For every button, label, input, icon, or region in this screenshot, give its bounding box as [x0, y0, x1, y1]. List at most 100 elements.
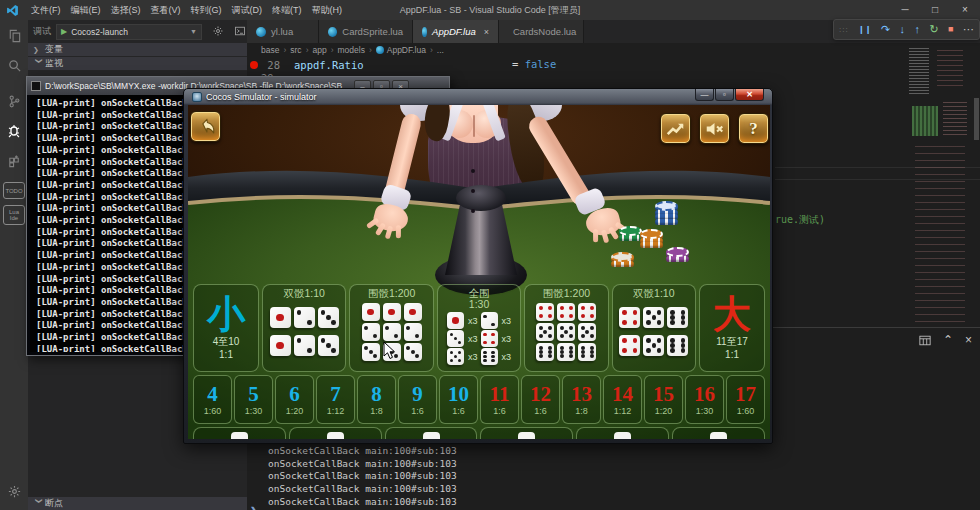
- debug-icon[interactable]: [0, 116, 28, 146]
- game-minimize-button[interactable]: —: [695, 89, 714, 101]
- bet-number-6[interactable]: 61:20: [275, 375, 314, 424]
- die-3: [447, 330, 464, 347]
- die-5: [557, 323, 575, 341]
- menu-1[interactable]: 编辑(E): [66, 5, 106, 15]
- breadcrumb-item[interactable]: ...: [437, 45, 444, 55]
- breadcrumb-item[interactable]: app: [312, 45, 326, 55]
- bet-number-13[interactable]: 131:8: [562, 375, 601, 424]
- editor-scrollbar[interactable]: [974, 98, 979, 140]
- chip-stack-4[interactable]: [666, 247, 689, 262]
- tab-AppDF.lua[interactable]: AppDF.lua×: [413, 20, 499, 43]
- bet-number-9[interactable]: 91:6: [398, 375, 437, 424]
- menu-5[interactable]: 调试(D): [227, 5, 268, 15]
- bet-number-15[interactable]: 151:20: [644, 375, 683, 424]
- trend-button[interactable]: [660, 113, 691, 144]
- game-close-button[interactable]: ✕: [735, 89, 764, 101]
- bet-combo-cell-1[interactable]: [289, 427, 382, 439]
- pause-icon[interactable]: ❙❙: [858, 20, 871, 39]
- game-titlebar[interactable]: Cocos Simulator - simulator: [184, 89, 772, 105]
- panel-close-icon[interactable]: ×: [965, 333, 972, 347]
- bet-combo-cell-0[interactable]: [193, 427, 286, 439]
- restart-icon[interactable]: ↻: [929, 20, 938, 39]
- menu-0[interactable]: 文件(F): [26, 5, 66, 15]
- bet-number-7[interactable]: 71:12: [316, 375, 355, 424]
- chip-stack-1[interactable]: [619, 226, 642, 241]
- tab-CardSprite.lua[interactable]: CardSprite.lua: [319, 20, 413, 43]
- bet-number-14[interactable]: 141:12: [603, 375, 642, 424]
- breadcrumb-item[interactable]: src: [290, 45, 301, 55]
- mute-button[interactable]: [699, 113, 730, 144]
- bet-number-12[interactable]: 121:6: [521, 375, 560, 424]
- bet-small-cell[interactable]: 小 4至10 1:1: [193, 284, 259, 372]
- bet-panel-4[interactable]: 双骰1:10: [612, 284, 696, 372]
- bet-number-10[interactable]: 101:6: [439, 375, 478, 424]
- start-debug-icon[interactable]: ▶: [61, 27, 67, 36]
- sidebar-header: 调试 ▶ Cocos2-launch ▼: [28, 20, 247, 43]
- tab-close-icon[interactable]: ×: [484, 27, 489, 37]
- chip-stack-0[interactable]: [655, 201, 678, 225]
- bet-number-5[interactable]: 51:30: [234, 375, 273, 424]
- toolbar-grip-icon[interactable]: :::: [839, 20, 849, 39]
- breadcrumb-item[interactable]: base: [261, 45, 279, 55]
- bet-number-8[interactable]: 81:8: [357, 375, 396, 424]
- help-button[interactable]: ?: [738, 113, 769, 144]
- variables-section-header[interactable]: ❯变量: [28, 43, 247, 56]
- menu-3[interactable]: 查看(V): [146, 5, 186, 15]
- tab-CardsNode.lua[interactable]: CardsNode.lua: [499, 20, 584, 43]
- screen: 文件(F)编辑(E)选择(S)查看(V)转到(G)调试(D)终端(T)帮助(H)…: [0, 0, 980, 510]
- bet-panel-2[interactable]: 全围1:30x3x3x3x3x3x3: [437, 284, 521, 372]
- die-1: [404, 303, 422, 321]
- bet-combo-cell-4[interactable]: [576, 427, 669, 439]
- panel-collapse-icon[interactable]: ⌃: [943, 333, 953, 347]
- chip-stack-2[interactable]: [640, 229, 663, 248]
- breakpoints-section-header[interactable]: ❯断点: [28, 497, 247, 510]
- launch-config-dropdown[interactable]: ▶ Cocos2-launch ▼: [56, 24, 202, 40]
- bet-big-cell[interactable]: 大 11至17 1:1: [699, 284, 765, 372]
- bet-number-17[interactable]: 171:60: [726, 375, 765, 424]
- menu-4[interactable]: 转到(G): [186, 5, 227, 15]
- extensions-icon[interactable]: [0, 146, 28, 176]
- menu-2[interactable]: 选择(S): [106, 5, 146, 15]
- watch-section-header[interactable]: ❯监视: [28, 57, 247, 70]
- bet-number-16[interactable]: 161:30: [685, 375, 724, 424]
- bet-number-11[interactable]: 111:6: [480, 375, 519, 424]
- number-label: 5: [248, 384, 259, 404]
- breakpoint-dot[interactable]: [250, 61, 258, 69]
- back-button[interactable]: [190, 111, 221, 142]
- bet-panel-0[interactable]: 双骰1:10: [262, 284, 346, 372]
- source-control-icon[interactable]: [0, 86, 28, 116]
- more-actions-icon[interactable]: ⋯: [963, 20, 974, 39]
- breadcrumb-item[interactable]: models: [338, 45, 365, 55]
- bet-combo-cell-5[interactable]: [672, 427, 765, 439]
- breadcrumb[interactable]: base›src›app›models›AppDF.lua›...: [247, 43, 980, 57]
- minimize-button[interactable]: ─: [890, 0, 920, 20]
- close-button[interactable]: ×: [950, 0, 980, 20]
- explorer-icon[interactable]: [0, 20, 28, 50]
- tab-yl.lua[interactable]: yl.lua: [247, 20, 319, 43]
- debug-console-prompt[interactable]: ❯: [250, 506, 258, 510]
- step-out-icon[interactable]: ↑: [914, 20, 920, 39]
- lua-ide-extension-icon[interactable]: Lua Ide: [3, 205, 25, 225]
- breadcrumb-item[interactable]: AppDF.lua: [387, 45, 426, 55]
- menu-6[interactable]: 终端(T): [267, 5, 307, 15]
- bet-number-4[interactable]: 41:60: [193, 375, 232, 424]
- stop-icon[interactable]: ■: [948, 20, 953, 39]
- maximize-button[interactable]: □: [920, 0, 950, 20]
- chip-stack-3[interactable]: [611, 252, 634, 267]
- step-over-icon[interactable]: ↷: [881, 20, 890, 39]
- bet-combo-cell-3[interactable]: [480, 427, 573, 439]
- todo-extension-icon[interactable]: TODO: [3, 182, 25, 199]
- debug-console-icon[interactable]: [234, 25, 246, 39]
- step-into-icon[interactable]: ↓: [900, 20, 906, 39]
- bet-panel-3[interactable]: 围骰1:200: [524, 284, 608, 372]
- menu-7[interactable]: 帮助(H): [307, 5, 348, 15]
- die-top: [423, 432, 440, 439]
- panel-grid-icon[interactable]: [919, 335, 931, 346]
- bet-combo-cell-2[interactable]: [385, 427, 478, 439]
- sidebar-gear-icon[interactable]: [212, 25, 224, 39]
- die-4: [481, 330, 498, 347]
- settings-gear-icon[interactable]: [0, 476, 28, 506]
- search-icon[interactable]: [0, 50, 28, 80]
- game-maximize-button[interactable]: ▫: [715, 89, 734, 101]
- minimap[interactable]: [907, 46, 975, 327]
